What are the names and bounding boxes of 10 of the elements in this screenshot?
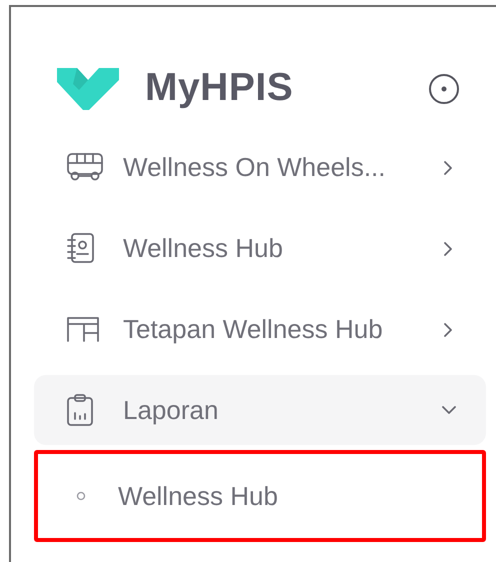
logo-icon bbox=[57, 68, 119, 110]
menu-item[interactable]: Wellness Hub bbox=[34, 213, 486, 283]
menu-item[interactable]: Tetapan Wellness Hub bbox=[34, 294, 486, 364]
menu-item[interactable]: Wellness On Wheels... bbox=[34, 132, 486, 202]
bullet-icon bbox=[76, 491, 86, 501]
bus-icon bbox=[66, 152, 106, 182]
app-title: MyHPIS bbox=[145, 65, 294, 112]
target-icon[interactable] bbox=[428, 72, 460, 104]
menu-item[interactable]: Laporan bbox=[34, 375, 486, 445]
submenu-item[interactable]: Wellness Hub bbox=[34, 450, 486, 542]
